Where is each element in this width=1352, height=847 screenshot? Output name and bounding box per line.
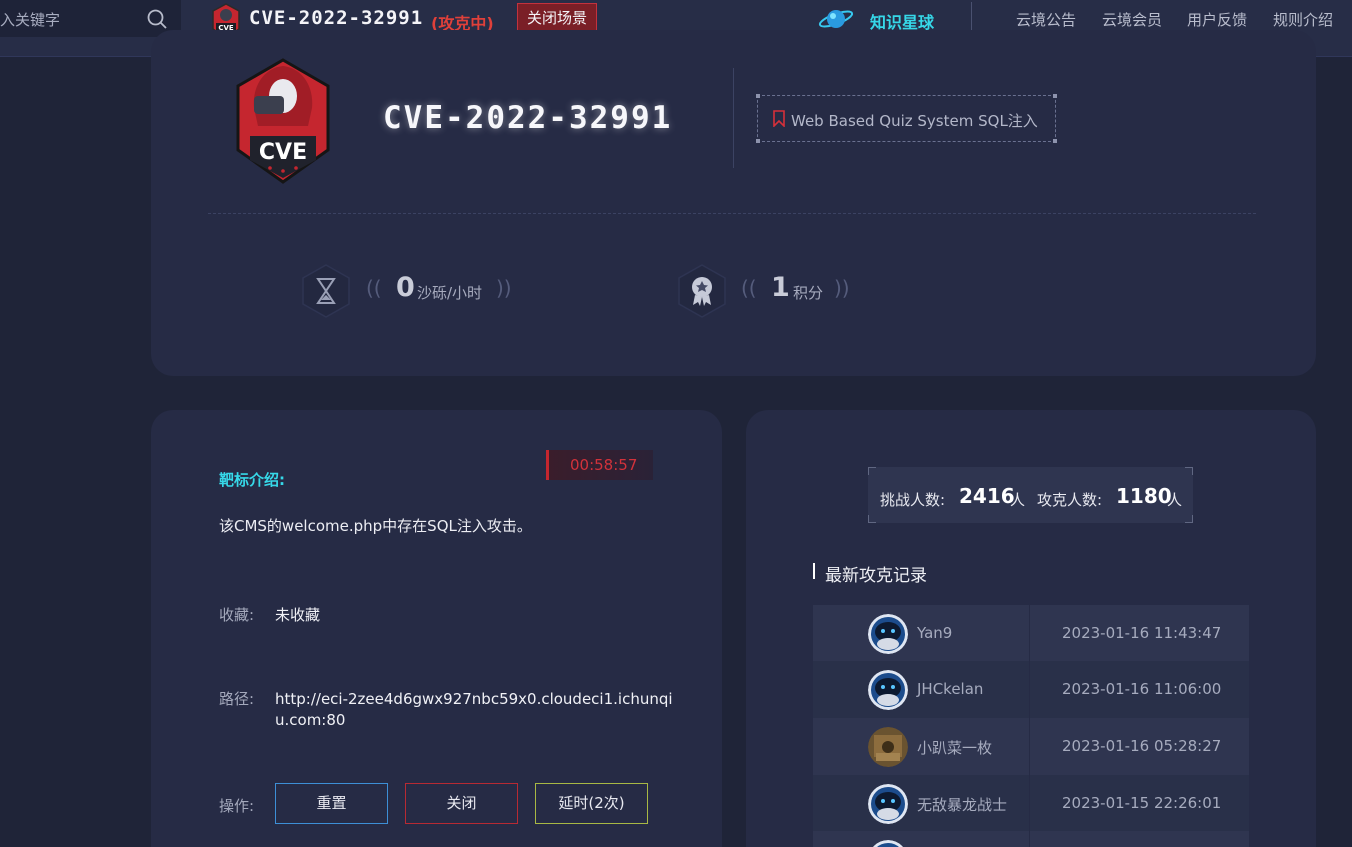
header-dashed-divider	[208, 213, 1256, 214]
solvers-label: 攻克人数:	[1037, 491, 1103, 509]
record-username[interactable]: 无敌暴龙战士	[917, 794, 1007, 815]
record-column-divider	[1029, 605, 1030, 662]
challengers-label: 挑战人数:	[880, 491, 946, 509]
challenge-counts: 挑战人数: 2416 人 攻克人数: 1180 人	[868, 467, 1193, 523]
points-value: 1	[771, 272, 790, 303]
extend-time-button[interactable]: 延时(2次)	[535, 783, 648, 824]
points-unit: 积分	[793, 284, 824, 302]
user-avatar[interactable]	[868, 784, 908, 824]
countdown-timer: 00:58:57	[546, 450, 653, 480]
cve-emblem-icon: CVE	[236, 58, 330, 184]
target-path-link[interactable]: http://eci-2zee4d6gwx927nbc59x0.cloudeci…	[275, 689, 675, 731]
record-column-divider	[1029, 831, 1030, 847]
header-divider	[733, 68, 734, 168]
scene-big-title: CVE-2022-32991	[383, 100, 673, 136]
user-avatar[interactable]	[868, 840, 908, 847]
record-row	[813, 831, 1249, 847]
hourglass-icon	[302, 264, 350, 318]
bookmark-icon	[773, 110, 785, 127]
record-column-divider	[1029, 718, 1030, 775]
record-row: JHCkelan 2023-01-16 11:06:00	[813, 661, 1249, 718]
scene-title: CVE-2022-32991	[249, 7, 424, 29]
favorite-label: 收藏:	[219, 606, 255, 624]
search-box[interactable]: 入关键字	[0, 0, 181, 37]
record-username[interactable]: 小趴菜一枚	[917, 737, 992, 758]
challengers-count: 2416	[959, 484, 1015, 508]
search-input[interactable]: 入关键字	[0, 9, 60, 30]
medal-icon	[678, 264, 726, 318]
nav-rules[interactable]: 规则介绍	[1273, 9, 1333, 30]
records-title: 最新攻克记录	[825, 566, 927, 586]
solvers-count: 1180	[1116, 484, 1172, 508]
sand-rate-unit: 沙砾/小时	[417, 284, 483, 302]
emblem-text: CVE	[259, 140, 307, 165]
path-label: 路径:	[219, 690, 255, 708]
favorite-value[interactable]: 未收藏	[275, 604, 320, 625]
record-username[interactable]: JHCkelan	[917, 680, 983, 698]
record-time: 2023-01-16 11:43:47	[1062, 624, 1222, 642]
record-column-divider	[1029, 775, 1030, 832]
operation-label: 操作:	[219, 797, 255, 815]
record-row: 小趴菜一枚 2023-01-16 05:28:27	[813, 718, 1249, 775]
user-avatar[interactable]	[868, 614, 908, 654]
stat-paren-right: ))	[496, 276, 512, 300]
target-intro-label: 靶标介绍:	[219, 471, 285, 489]
challengers-unit: 人	[1010, 491, 1026, 509]
vuln-tag[interactable]: Web Based Quiz System SQL注入	[756, 94, 1057, 143]
nav-feedback[interactable]: 用户反馈	[1187, 9, 1247, 30]
close-button[interactable]: 关闭	[405, 783, 518, 824]
record-column-divider	[1029, 661, 1030, 718]
record-row: 无敌暴龙战士 2023-01-15 22:26:01	[813, 775, 1249, 832]
reset-button[interactable]: 重置	[275, 783, 388, 824]
stat-paren-left: ((	[741, 276, 757, 300]
user-avatar[interactable]	[868, 727, 908, 767]
record-time: 2023-01-16 05:28:27	[1062, 737, 1222, 755]
records-title-marker	[813, 563, 815, 579]
record-username[interactable]: Yan9	[917, 624, 952, 642]
stat-paren-right: ))	[834, 276, 850, 300]
record-time: 2023-01-15 22:26:01	[1062, 794, 1222, 812]
record-row: Yan9 2023-01-16 11:43:47	[813, 605, 1249, 662]
search-icon[interactable]	[146, 8, 168, 30]
solvers-unit: 人	[1167, 491, 1183, 509]
record-time: 2023-01-16 11:06:00	[1062, 680, 1222, 698]
vuln-tag-text: Web Based Quiz System SQL注入	[791, 112, 1038, 130]
nav-membership[interactable]: 云境会员	[1102, 9, 1162, 30]
nav-announcements[interactable]: 云境公告	[1016, 9, 1076, 30]
stat-paren-left: ((	[366, 276, 382, 300]
user-avatar[interactable]	[868, 670, 908, 710]
sand-rate-value: 0	[396, 272, 415, 303]
target-description: 该CMS的welcome.php中存在SQL注入攻击。	[219, 517, 532, 535]
